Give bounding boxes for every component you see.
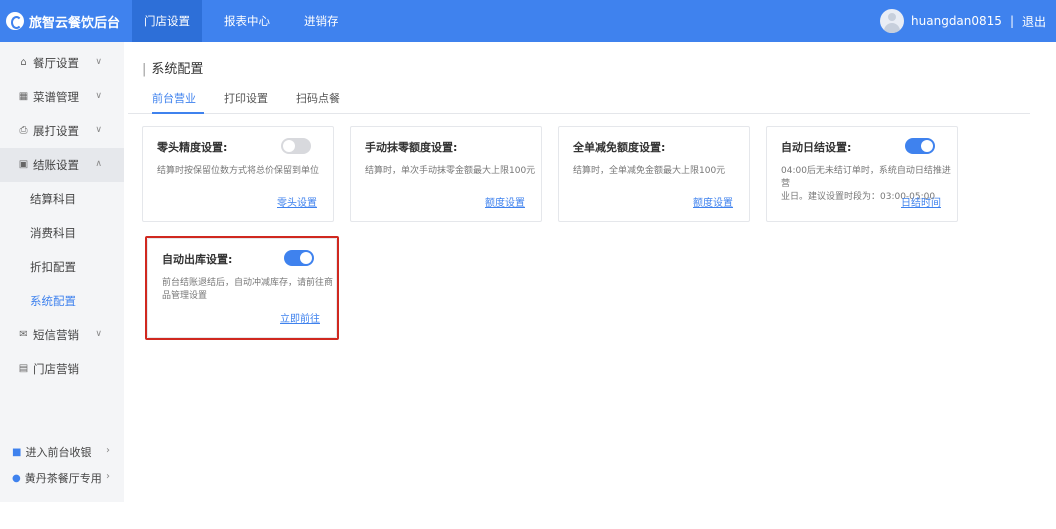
- shield-icon: ■: [12, 446, 22, 458]
- rounding-settings-link[interactable]: 零头设置: [277, 194, 317, 209]
- sidebar-item-label: 短信营销: [33, 328, 79, 342]
- card-title: 手动抹零额度设置:: [365, 141, 458, 154]
- message-icon: ✉: [19, 329, 28, 340]
- chevron-up-icon: ∧: [95, 159, 102, 169]
- location-icon: ●: [12, 472, 21, 484]
- tab-print-settings[interactable]: 打印设置: [224, 90, 276, 114]
- logout-button[interactable]: 退出: [1022, 13, 1046, 30]
- card-title: 零头精度设置:: [157, 141, 228, 154]
- bottom-item-label: 进入前台收银: [25, 446, 92, 459]
- sidebar-item-discount-config[interactable]: 折扣配置: [0, 250, 124, 284]
- sidebar-item-menu-management[interactable]: ▦ 菜谱管理 ∨: [0, 80, 124, 114]
- chevron-down-icon: ∨: [95, 329, 102, 339]
- brand[interactable]: 旅智云餐饮后台: [0, 0, 124, 42]
- card-description: 结算时按保留位数方式将总价保留到单位: [157, 166, 320, 176]
- page-title: | 系统配置: [142, 62, 204, 77]
- sidebar-item-label: 展打设置: [33, 124, 79, 138]
- printer-icon: ⎙: [19, 125, 28, 136]
- sidebar-item-store-marketing[interactable]: ▤ 门店营销: [0, 352, 124, 386]
- auto-daily-close-toggle[interactable]: [905, 138, 935, 154]
- main-content: | 系统配置 前台营业 打印设置 扫码点餐 零头精度设置: 结算时按保留位数方式将…: [124, 42, 1056, 529]
- card-rounding-precision: 零头精度设置: 结算时按保留位数方式将总价保留到单位 零头设置: [142, 126, 334, 222]
- separator: |: [1009, 14, 1014, 28]
- card-title: 自动日结设置:: [781, 141, 852, 154]
- title-bar-marker: |: [142, 62, 147, 77]
- sidebar-item-system-config[interactable]: 系统配置: [0, 284, 124, 318]
- card-description: 结算时，全单减免金额最大上限100元: [573, 166, 726, 176]
- top-bar: 旅智云餐饮后台 门店设置 报表中心 进销存 huangdan0815 | 退出: [0, 0, 1056, 42]
- brand-name: 旅智云餐饮后台: [29, 15, 121, 31]
- toggle-knob: [283, 140, 295, 152]
- brand-logo-icon: [6, 12, 24, 30]
- sidebar-item-print-settings[interactable]: ⎙ 展打设置 ∨: [0, 114, 124, 148]
- chevron-down-icon: ∨: [95, 91, 102, 101]
- toggle-knob: [921, 140, 933, 152]
- sidebar-item-label: 门店营销: [33, 362, 79, 376]
- tab-scan-order[interactable]: 扫码点餐: [296, 90, 348, 114]
- chevron-right-icon: ›: [106, 445, 110, 456]
- card-description: 结算时，单次手动抹零金额最大上限100元: [365, 166, 536, 176]
- chevron-down-icon: ∨: [95, 125, 102, 135]
- topnav-report-center[interactable]: 报表中心: [212, 0, 282, 42]
- chevron-right-icon: ›: [106, 471, 110, 482]
- topnav-inventory[interactable]: 进销存: [292, 0, 351, 42]
- bottom-item-label: 黄丹茶餐厅专用: [24, 472, 102, 485]
- grid-icon: ▦: [18, 91, 29, 102]
- full-order-discount-limit-link[interactable]: 额度设置: [693, 194, 733, 209]
- home-icon: ⌂: [20, 57, 27, 68]
- sidebar-item-label: 餐厅设置: [33, 56, 79, 70]
- sidebar-item-settlement-subjects[interactable]: 结算科目: [0, 182, 124, 216]
- user-area: huangdan0815 | 退出: [880, 0, 1046, 42]
- store-icon: ▤: [18, 363, 29, 374]
- card-title: 全单减免额度设置:: [573, 141, 666, 154]
- sidebar-item-consumption-subjects[interactable]: 消费科目: [0, 216, 124, 250]
- store-switch-link[interactable]: ● 黄丹茶餐厅专用 ›: [0, 466, 124, 490]
- tab-bar: 前台营业 打印设置 扫码点餐: [128, 90, 1030, 114]
- enter-front-cashier-link[interactable]: ■ 进入前台收银 ›: [0, 440, 124, 464]
- username[interactable]: huangdan0815: [911, 14, 1002, 28]
- topnav-store-settings[interactable]: 门店设置: [132, 0, 202, 42]
- top-nav: 门店设置 报表中心 进销存: [132, 0, 361, 42]
- sidebar-item-label: 结账设置: [33, 158, 79, 172]
- sidebar-item-sms-marketing[interactable]: ✉ 短信营销 ∨: [0, 318, 124, 352]
- chevron-down-icon: ∨: [95, 57, 102, 67]
- sidebar-item-label: 菜谱管理: [33, 90, 79, 104]
- sidebar-item-restaurant-settings[interactable]: ⌂ 餐厅设置 ∨: [0, 46, 124, 80]
- receipt-icon: ▣: [18, 159, 29, 170]
- highlight-box: [145, 236, 339, 340]
- card-auto-daily-close: 自动日结设置: 04:00后无未结订单时，系统自动日结推进营 业日。建议设置时段…: [766, 126, 958, 222]
- daily-close-time-link[interactable]: 日结时间: [901, 194, 941, 209]
- avatar[interactable]: [880, 9, 905, 33]
- rounding-precision-toggle[interactable]: [281, 138, 311, 154]
- tab-front-business[interactable]: 前台营业: [152, 90, 204, 114]
- card-full-order-discount-limit: 全单减免额度设置: 结算时，全单减免金额最大上限100元 额度设置: [558, 126, 750, 222]
- manual-rounding-limit-link[interactable]: 额度设置: [485, 194, 525, 209]
- card-manual-rounding-limit: 手动抹零额度设置: 结算时，单次手动抹零金额最大上限100元 额度设置: [350, 126, 542, 222]
- sidebar: ⌂ 餐厅设置 ∨ ▦ 菜谱管理 ∨ ⎙ 展打设置 ∨ ▣ 结账设置 ∧ 结算科目…: [0, 42, 124, 502]
- sidebar-item-checkout-settings[interactable]: ▣ 结账设置 ∧: [0, 148, 124, 182]
